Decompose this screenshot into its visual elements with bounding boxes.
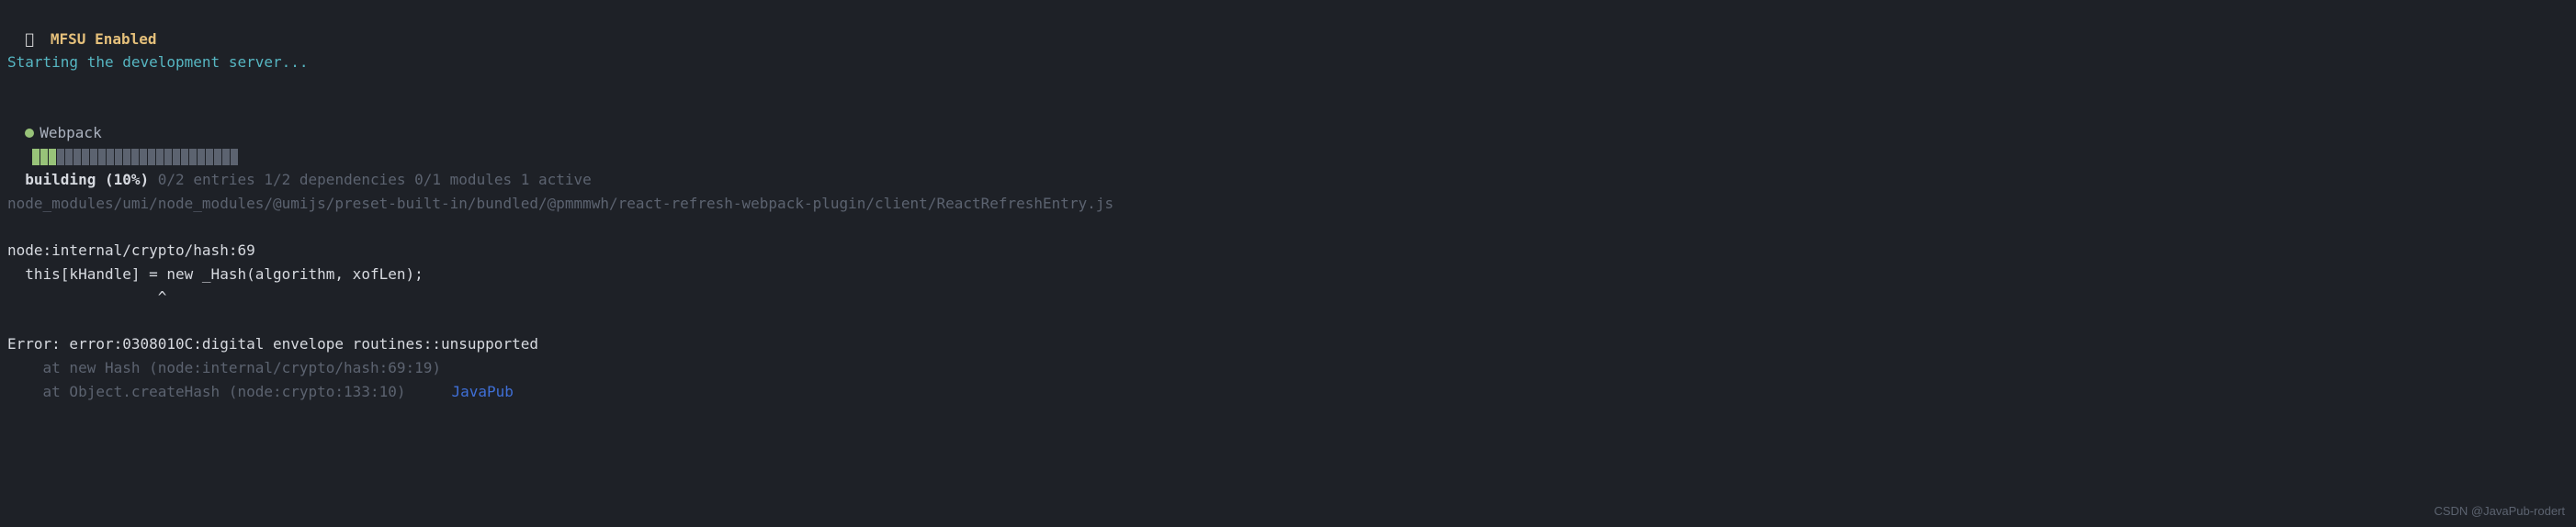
progress-cell-empty bbox=[73, 149, 82, 165]
error-message-line: Error: error:0308010C:digital envelope r… bbox=[7, 332, 2569, 356]
building-label: building bbox=[25, 171, 96, 188]
progress-cell-empty bbox=[98, 149, 107, 165]
progress-cell-empty bbox=[123, 149, 131, 165]
entries-info: 0/2 entries 1/2 dependencies 0/1 modules… bbox=[158, 171, 592, 188]
building-percent: (10%) bbox=[105, 171, 149, 188]
status-dot-icon bbox=[25, 129, 34, 138]
progress-cell-filled bbox=[32, 149, 40, 165]
blank-line-1 bbox=[7, 74, 2569, 98]
progress-cell-empty bbox=[65, 149, 73, 165]
mfsu-label: MFSU Enabled bbox=[51, 30, 157, 48]
progress-cell-empty bbox=[82, 149, 90, 165]
webpack-label: Webpack bbox=[40, 124, 101, 141]
progress-cell-empty bbox=[206, 149, 214, 165]
progress-cell-empty bbox=[107, 149, 115, 165]
progress-cell-empty bbox=[189, 149, 198, 165]
progress-cell-empty bbox=[156, 149, 164, 165]
progress-cell-empty bbox=[198, 149, 206, 165]
progress-cell-empty bbox=[140, 149, 148, 165]
blank-line-3 bbox=[7, 309, 2569, 333]
javapub-watermark: JavaPub bbox=[451, 380, 513, 404]
progress-cell-empty bbox=[222, 149, 231, 165]
stack-trace-line-0: at new Hash (node:internal/crypto/hash:6… bbox=[7, 356, 2569, 380]
starting-server-line: Starting the development server... bbox=[7, 50, 2569, 74]
progress-bar bbox=[32, 149, 239, 165]
webpack-progress-line: Webpack building (10%) 0/2 entries 1/2 d… bbox=[7, 97, 2569, 191]
stack-trace-line-1: at Object.createHash (node:crypto:133:10… bbox=[7, 383, 405, 400]
progress-cell-empty bbox=[131, 149, 140, 165]
progress-cell-empty bbox=[115, 149, 123, 165]
module-path-line: node_modules/umi/node_modules/@umijs/pre… bbox=[7, 192, 2569, 216]
blank-line-2 bbox=[7, 215, 2569, 239]
progress-cell-empty bbox=[57, 149, 65, 165]
mfsu-line:  MFSU Enabled bbox=[7, 4, 2569, 50]
progress-cell-filled bbox=[40, 149, 49, 165]
apple-icon:  bbox=[25, 28, 34, 51]
node-code-line: this[kHandle] = new _Hash(algorithm, xof… bbox=[7, 263, 2569, 286]
progress-cell-empty bbox=[164, 149, 173, 165]
node-location-line: node:internal/crypto/hash:69 bbox=[7, 239, 2569, 263]
progress-cell-filled bbox=[49, 149, 57, 165]
progress-cell-empty bbox=[148, 149, 156, 165]
stack-trace-line-1-wrapper: at Object.createHash (node:crypto:133:10… bbox=[7, 380, 2569, 404]
progress-cell-empty bbox=[181, 149, 189, 165]
progress-cell-empty bbox=[90, 149, 98, 165]
node-pointer-line: ^ bbox=[7, 286, 2569, 309]
csdn-watermark: CSDN @JavaPub-rodert bbox=[2434, 502, 2565, 521]
progress-cell-empty bbox=[231, 149, 239, 165]
progress-cell-empty bbox=[173, 149, 181, 165]
progress-cell-empty bbox=[214, 149, 222, 165]
